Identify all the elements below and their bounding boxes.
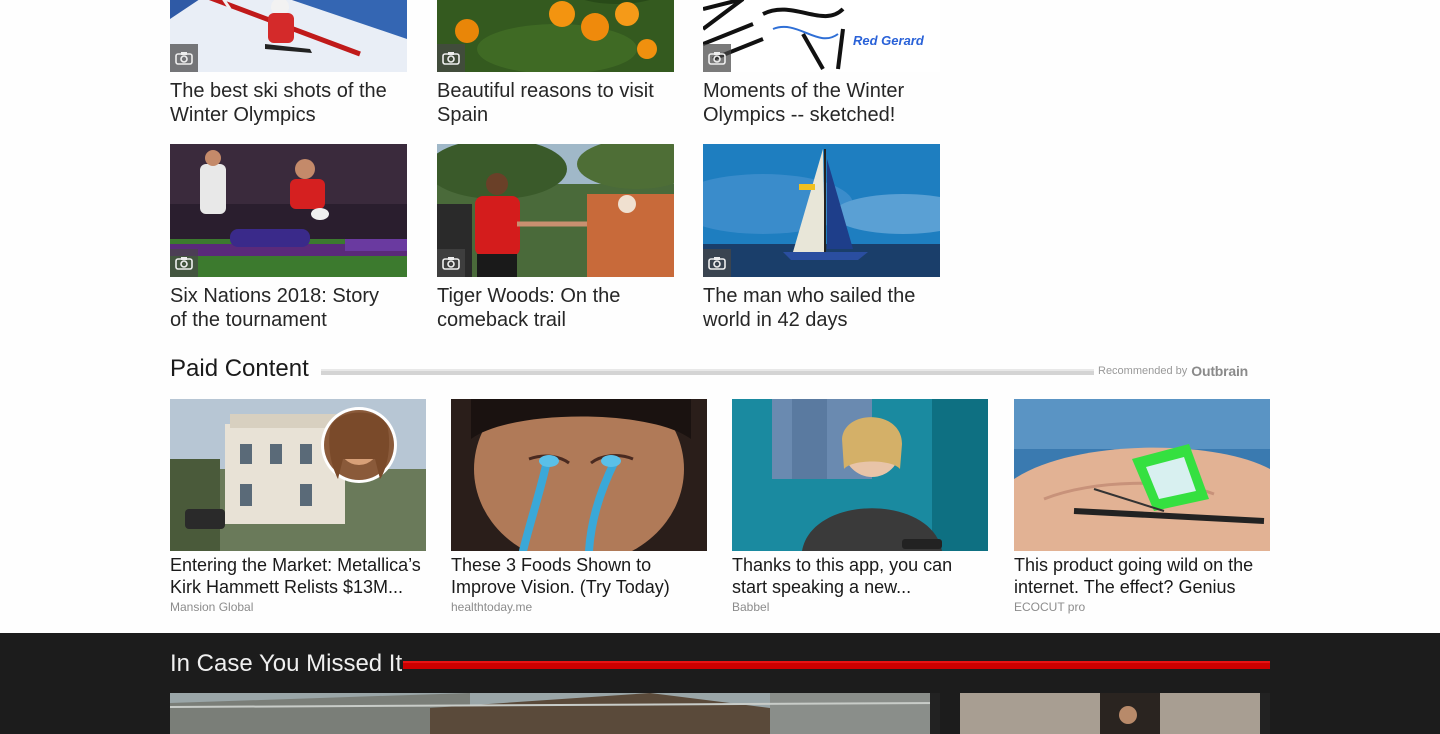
- gallery-thumbnail[interactable]: [703, 144, 940, 277]
- slum-photo: [170, 693, 940, 734]
- section-title: In Case You Missed It: [170, 650, 403, 677]
- paid-card-mansion[interactable]: Entering the Market: Metallica’s Kirk Ha…: [170, 399, 426, 615]
- paid-card-source: Babbel: [732, 600, 770, 614]
- recommended-label: Recommended by: [1098, 365, 1188, 377]
- mansion-photo: [170, 399, 426, 551]
- paid-card-source: Mansion Global: [170, 600, 254, 614]
- gallery-card-sketch[interactable]: Red Gerard Moments of the Winter Olympic…: [703, 0, 940, 127]
- ecocut-photo: [1014, 399, 1270, 551]
- gallery-thumbnail[interactable]: Red Gerard: [703, 0, 940, 72]
- paid-thumbnail[interactable]: [732, 399, 988, 551]
- section-title: Paid Content: [170, 355, 309, 382]
- paid-card-title[interactable]: Entering the Market: Metallica’s Kirk Ha…: [170, 554, 426, 598]
- camera-icon: [437, 249, 465, 277]
- gallery-card-title[interactable]: The man who sailed the world in 42 days: [703, 284, 933, 332]
- child-photo: [960, 693, 1270, 734]
- gallery-card-spain[interactable]: Beautiful reasons to visit Spain: [437, 0, 674, 127]
- gallery-card-tiger-woods[interactable]: Tiger Woods: On the comeback trail: [437, 144, 674, 332]
- gallery-card-sailing[interactable]: The man who sailed the world in 42 days: [703, 144, 940, 332]
- section-divider: [321, 369, 1094, 375]
- camera-icon: [703, 249, 731, 277]
- gallery-card-title[interactable]: Tiger Woods: On the comeback trail: [437, 284, 667, 332]
- gallery-card-rugby[interactable]: Six Nations 2018: Story of the tournamen…: [170, 144, 407, 332]
- outbrain-attribution[interactable]: Recommended by Outbrain: [1098, 363, 1248, 379]
- sailboat-photo: [703, 144, 940, 277]
- gallery-thumbnail[interactable]: [437, 0, 674, 72]
- outbrain-logo: Outbrain: [1191, 363, 1249, 379]
- paid-card-source: healthtoday.me: [451, 600, 533, 614]
- camera-icon: [703, 44, 731, 72]
- paid-card-source: ECOCUT pro: [1014, 600, 1086, 614]
- paid-thumbnail[interactable]: [451, 399, 707, 551]
- gallery-card-title[interactable]: The best ski shots of the Winter Olympic…: [170, 79, 400, 127]
- paid-thumbnail[interactable]: [170, 399, 426, 551]
- camera-icon: [170, 44, 198, 72]
- gallery-card-title[interactable]: Six Nations 2018: Story of the tournamen…: [170, 284, 400, 332]
- paid-card-title[interactable]: These 3 Foods Shown to Improve Vision. (…: [451, 554, 707, 598]
- golf-photo: [437, 144, 674, 277]
- sketch-caption: Red Gerard: [853, 33, 925, 48]
- video-thumbnail[interactable]: [170, 693, 940, 734]
- paid-card-ecocut[interactable]: This product going wild on the internet.…: [1014, 399, 1270, 615]
- gallery-card-ski[interactable]: The best ski shots of the Winter Olympic…: [170, 0, 407, 127]
- vision-photo: [451, 399, 707, 551]
- gallery-card-title[interactable]: Moments of the Winter Olympics -- sketch…: [703, 79, 933, 127]
- gallery-thumbnail[interactable]: [170, 144, 407, 277]
- missed-section: In Case You Missed It: [0, 633, 1440, 734]
- babbel-photo: [732, 399, 988, 551]
- sketch-illustration: Red Gerard: [703, 0, 940, 72]
- paid-card-vision[interactable]: These 3 Foods Shown to Improve Vision. (…: [451, 399, 707, 615]
- paid-card-babbel[interactable]: Thanks to this app, you can start speaki…: [732, 399, 988, 615]
- gallery-thumbnail[interactable]: [437, 144, 674, 277]
- paid-card-title[interactable]: This product going wild on the internet.…: [1014, 554, 1270, 598]
- paid-content-row: Entering the Market: Metallica’s Kirk Ha…: [170, 399, 1270, 619]
- camera-icon: [170, 249, 198, 277]
- rugby-photo: [170, 144, 407, 277]
- paid-card-title[interactable]: Thanks to this app, you can start speaki…: [732, 554, 988, 598]
- section-divider: [403, 661, 1270, 669]
- video-thumbnail[interactable]: [960, 693, 1270, 734]
- ski-photo: [170, 0, 407, 72]
- oranges-photo: [437, 0, 674, 72]
- gallery-thumbnail[interactable]: [170, 0, 407, 72]
- gallery-card-title[interactable]: Beautiful reasons to visit Spain: [437, 79, 667, 127]
- paid-thumbnail[interactable]: [1014, 399, 1270, 551]
- paid-content-header: Paid Content Recommended by Outbrain: [170, 352, 1270, 386]
- camera-icon: [437, 44, 465, 72]
